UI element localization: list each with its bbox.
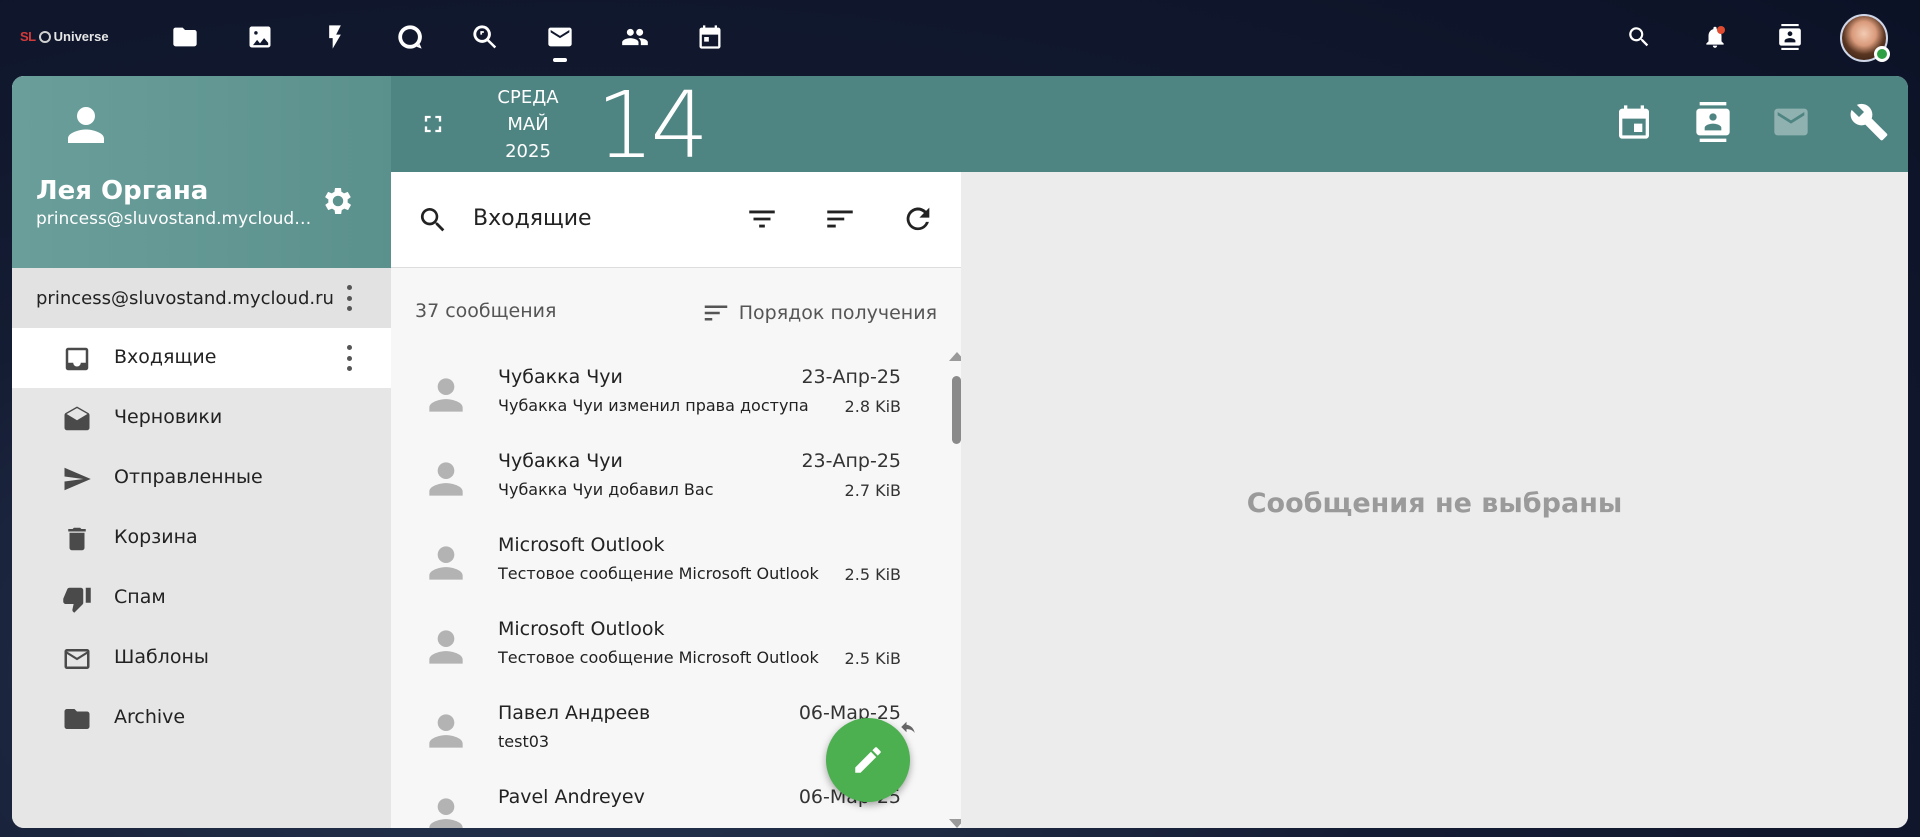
trash-icon (68, 527, 86, 551)
calendar-today-icon[interactable] (1614, 102, 1654, 142)
no-message-selected: Сообщения не выбраны (1246, 488, 1623, 519)
profile-name: Лея Органа (36, 176, 209, 206)
image-icon[interactable] (245, 22, 275, 52)
search-icon[interactable] (1624, 22, 1654, 52)
user-avatar[interactable] (1840, 14, 1890, 62)
message-sender: Microsoft Outlook (498, 618, 665, 640)
bolt-icon[interactable] (320, 22, 350, 52)
sender-avatar-icon (429, 378, 463, 412)
date-header: СРЕДА МАЙ 2025 14 (391, 76, 1908, 179)
account-menu-icon[interactable] (345, 285, 353, 311)
sidebar: Лея Органа princess@sluvostand.mycloud.r… (12, 76, 391, 828)
contacts-icon[interactable] (620, 22, 650, 52)
reading-pane: Сообщения не выбраны (961, 172, 1908, 828)
message-subject: test03 (498, 732, 550, 751)
message-size: 2.5 KiB (844, 565, 901, 584)
order-button[interactable]: Порядок получения (701, 298, 937, 328)
contacts-card-icon[interactable] (1775, 22, 1805, 52)
sort-icon[interactable] (823, 202, 857, 236)
folder-inbox[interactable]: Входящие (12, 328, 391, 388)
message-row[interactable]: Microsoft Outlook Тестовое сообщение Mic… (391, 604, 941, 688)
message-size: 2.5 KiB (844, 649, 901, 668)
folder-icon (64, 709, 90, 729)
sender-avatar-icon (429, 630, 463, 664)
mail-icon[interactable] (545, 22, 575, 62)
inbox-icon (65, 347, 89, 371)
calendar-icon[interactable] (695, 22, 725, 52)
mail-app: Лея Органа princess@sluvostand.mycloud.r… (12, 76, 1908, 828)
list-scrollbar[interactable] (949, 352, 965, 828)
message-size: 2.8 KiB (844, 397, 901, 416)
wrench-icon[interactable] (1849, 102, 1889, 142)
logo-orb-icon (38, 30, 51, 43)
envelope-icon (64, 649, 90, 669)
sender-avatar-icon (429, 714, 463, 748)
folder-trash[interactable]: Корзина (12, 508, 391, 568)
scroll-thumb[interactable] (952, 376, 961, 444)
month-label: МАЙ (507, 114, 549, 135)
message-sender: Чубакка Чуи (498, 450, 623, 472)
sender-avatar-icon (429, 546, 463, 580)
message-subject: Чубакка Чуи изменил права доступа (498, 396, 809, 415)
message-subject: Чубакка Чуи добавил Вас (498, 480, 714, 499)
gear-icon[interactable] (320, 183, 356, 219)
message-sender: Microsoft Outlook (498, 534, 665, 556)
folder-menu-icon[interactable] (345, 345, 353, 371)
sender-avatar-icon (429, 462, 463, 496)
pencil-icon (855, 747, 881, 773)
app-logo[interactable]: SL Universe (20, 29, 109, 44)
sort-order-icon (704, 305, 728, 321)
message-subject: Тестовое сообщение Microsoft Outlook (498, 564, 819, 583)
filter-icon[interactable] (745, 202, 779, 236)
search-bar: Входящие (391, 172, 961, 268)
message-row[interactable]: Чубакка Чуи 23-Апр-25 Чубакка Чуи добави… (391, 436, 941, 520)
notification-dot (1717, 26, 1725, 34)
message-subject: Тестовое сообщение Microsoft Outlook (498, 648, 819, 667)
address-book-icon[interactable] (1693, 102, 1733, 142)
mail-header-icon[interactable] (1771, 102, 1811, 142)
message-date: 23-Апр-25 (801, 366, 901, 388)
account-label: princess@sluvostand.mycloud.ru (36, 288, 334, 309)
folder-spam[interactable]: Спам (12, 568, 391, 628)
fullscreen-icon[interactable] (419, 110, 447, 138)
top-bar: SL Universe (0, 0, 1920, 76)
folder-icon[interactable] (170, 22, 200, 52)
compose-button[interactable] (826, 718, 910, 802)
list-meta: 37 сообщения Порядок получения (391, 268, 961, 352)
refresh-icon[interactable] (901, 202, 935, 236)
date-block: СРЕДА МАЙ 2025 (483, 84, 573, 165)
folder-archive[interactable]: Archive (12, 688, 391, 748)
message-row[interactable]: Чубакка Чуи 23-Апр-25 Чубакка Чуи измени… (391, 352, 941, 436)
thumb-down-icon (63, 587, 91, 613)
sender-avatar-icon (429, 798, 463, 828)
message-size: 2.7 KiB (844, 481, 901, 500)
message-row[interactable]: Microsoft Outlook Тестовое сообщение Mic… (391, 520, 941, 604)
online-status-badge (1874, 46, 1890, 62)
user-icon (68, 107, 104, 143)
folder-drafts[interactable]: Черновики (12, 388, 391, 448)
folder-sent[interactable]: Отправленные (12, 448, 391, 508)
account-row[interactable]: princess@sluvostand.mycloud.ru (12, 268, 391, 328)
year-label: 2025 (505, 141, 551, 162)
search-folder-label[interactable]: Входящие (473, 206, 592, 231)
profile-email: princess@sluvostand.mycloud.ru (36, 209, 316, 229)
message-count: 37 сообщения (415, 300, 557, 322)
chat-icon[interactable] (395, 22, 425, 52)
search-icon[interactable] (417, 204, 449, 236)
send-icon (64, 467, 91, 491)
search-key-icon[interactable] (470, 22, 500, 52)
weekday-label: СРЕДА (497, 87, 559, 108)
folder-templates[interactable]: Шаблоны (12, 628, 391, 688)
message-sender: Чубакка Чуи (498, 366, 623, 388)
day-number: 14 (596, 76, 709, 179)
bell-icon[interactable] (1700, 22, 1730, 52)
message-date: 23-Апр-25 (801, 450, 901, 472)
replied-icon (901, 721, 915, 733)
message-sender: Pavel Andreyev (498, 786, 645, 808)
message-sender: Павел Андреев (498, 702, 651, 724)
drafts-icon (64, 406, 90, 431)
profile-header: Лея Органа princess@sluvostand.mycloud.r… (12, 76, 391, 268)
